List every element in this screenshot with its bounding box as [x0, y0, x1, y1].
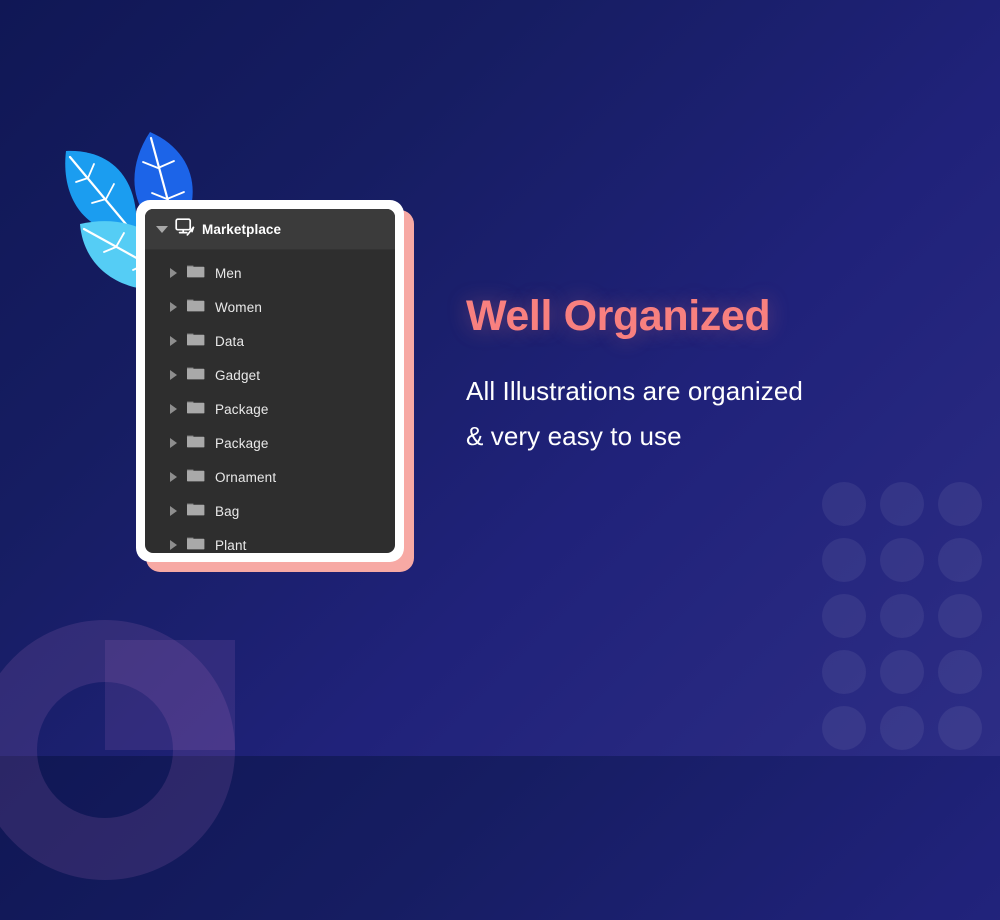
ring-decoration [0, 620, 275, 920]
folder-tree-list: Men Women Data Gadget Package Package Or… [145, 250, 395, 553]
layers-panel-frame: Marketplace Men Women Data Gadget Packag… [136, 200, 404, 562]
dot [938, 706, 982, 750]
chevron-right-icon[interactable] [170, 404, 177, 414]
folder-icon [186, 263, 206, 284]
tree-row-bag[interactable]: Bag [145, 494, 395, 528]
tree-row-men[interactable]: Men [145, 256, 395, 290]
folder-icon [186, 467, 206, 488]
chevron-right-icon[interactable] [170, 336, 177, 346]
panel-header-label: Marketplace [202, 221, 282, 237]
artboard-pencil-icon [175, 217, 195, 241]
folder-icon [186, 297, 206, 318]
tree-row-ornament[interactable]: Ornament [145, 460, 395, 494]
chevron-right-icon[interactable] [170, 506, 177, 516]
chevron-right-icon[interactable] [170, 472, 177, 482]
dot [880, 650, 924, 694]
dot [938, 538, 982, 582]
chevron-right-icon[interactable] [170, 438, 177, 448]
dot [822, 706, 866, 750]
folder-icon [186, 535, 206, 554]
tree-row-label: Bag [215, 503, 240, 519]
tree-row-plant[interactable]: Plant [145, 528, 395, 553]
folder-icon [186, 399, 206, 420]
dot [822, 594, 866, 638]
layers-panel: Marketplace Men Women Data Gadget Packag… [145, 209, 395, 553]
tree-row-label: Plant [215, 537, 247, 553]
tree-row-label: Gadget [215, 367, 261, 383]
ring-shape [0, 620, 235, 880]
tree-row-women[interactable]: Women [145, 290, 395, 324]
tree-row-data[interactable]: Data [145, 324, 395, 358]
leaf-left-icon [65, 150, 137, 233]
folder-icon [186, 331, 206, 352]
folder-icon [186, 365, 206, 386]
subcopy-line-1: All Illustrations are organized [466, 376, 803, 407]
folder-icon [186, 501, 206, 522]
headline: Well Organized [466, 292, 771, 340]
dot [822, 538, 866, 582]
panel-header-row[interactable]: Marketplace [145, 209, 395, 250]
dot [880, 482, 924, 526]
dot [822, 650, 866, 694]
dot [880, 594, 924, 638]
chevron-right-icon[interactable] [170, 302, 177, 312]
dot [880, 538, 924, 582]
chevron-right-icon[interactable] [170, 540, 177, 550]
copy-block: Well Organized All Illustrations are org… [466, 293, 936, 459]
dot [880, 706, 924, 750]
tree-row-label: Women [215, 299, 263, 315]
dot [938, 594, 982, 638]
subcopy: All Illustrations are organized & very e… [466, 369, 936, 459]
tree-row-label: Package [215, 401, 269, 417]
tree-row-package-2[interactable]: Package [145, 426, 395, 460]
chevron-right-icon[interactable] [170, 370, 177, 380]
tree-row-package-1[interactable]: Package [145, 392, 395, 426]
tree-row-label: Ornament [215, 469, 277, 485]
folder-icon [186, 433, 206, 454]
chevron-down-icon[interactable] [156, 225, 168, 233]
dot-grid-decoration [822, 482, 996, 762]
tree-row-gadget[interactable]: Gadget [145, 358, 395, 392]
ring-quadrant-shape [105, 640, 235, 750]
subcopy-line-2: & very easy to use [466, 421, 682, 452]
chevron-right-icon[interactable] [170, 268, 177, 278]
tree-row-label: Men [215, 265, 242, 281]
tree-row-label: Data [215, 333, 245, 349]
tree-row-label: Package [215, 435, 269, 451]
dot [822, 482, 866, 526]
dot [938, 482, 982, 526]
dot [938, 650, 982, 694]
